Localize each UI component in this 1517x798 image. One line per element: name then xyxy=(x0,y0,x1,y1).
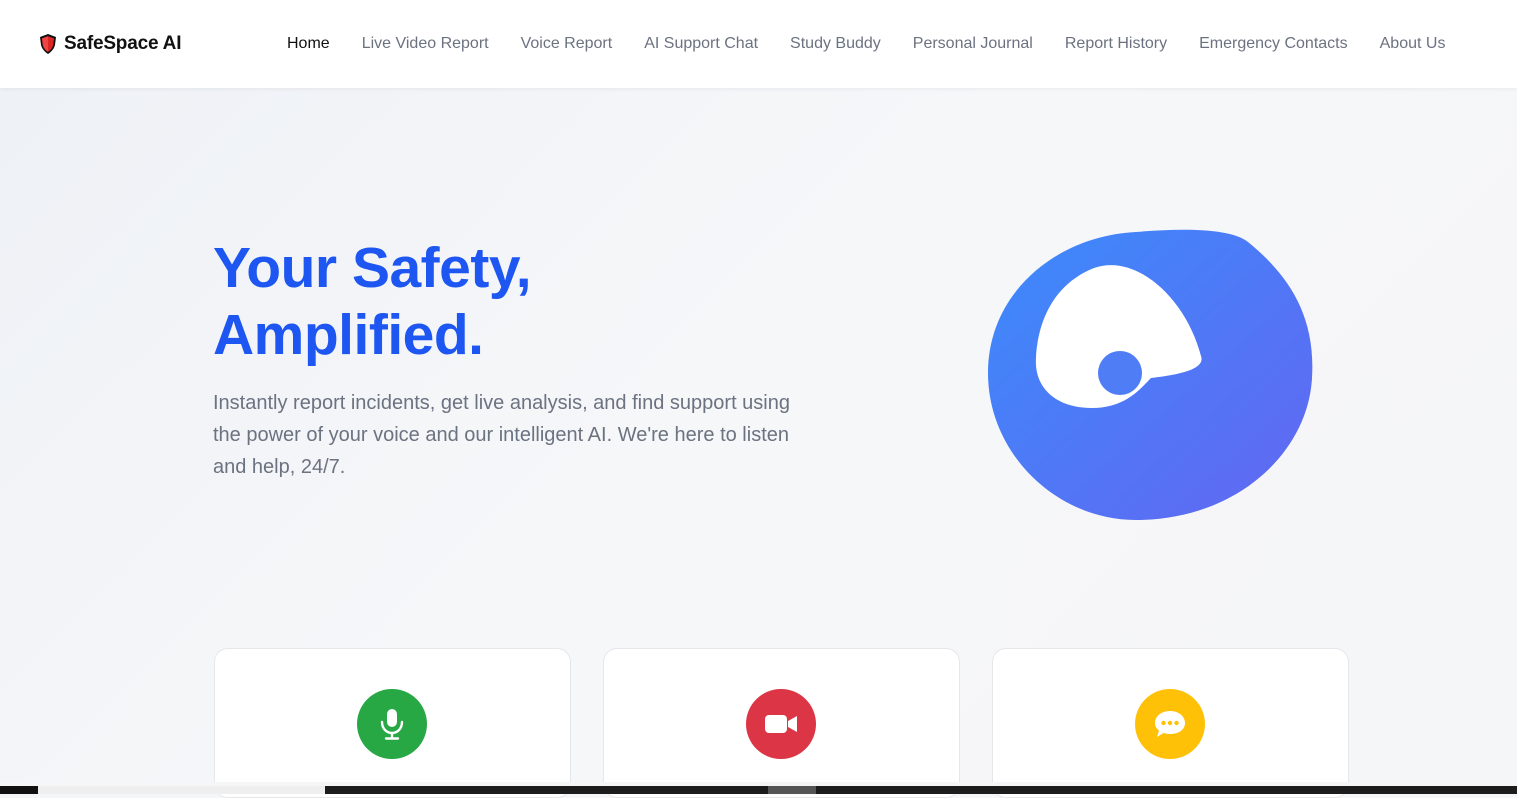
microphone-icon xyxy=(357,689,427,759)
nav-live-video-report[interactable]: Live Video Report xyxy=(362,34,489,54)
os-taskbar xyxy=(0,782,1517,794)
taskbar-app[interactable] xyxy=(768,786,816,794)
brand-name: SafeSpace AI xyxy=(64,33,182,54)
brand-logo[interactable]: SafeSpace AI xyxy=(38,32,181,56)
shield-icon xyxy=(40,34,56,54)
live-video-report-card[interactable] xyxy=(603,648,960,798)
hero-subtitle: Instantly report incidents, get live ana… xyxy=(213,392,790,478)
eye-logo-graphic xyxy=(988,229,1313,521)
hero-title: Your Safety, Amplified. xyxy=(213,235,813,369)
nav-emergency-contacts[interactable]: Emergency Contacts xyxy=(1199,34,1348,54)
voice-report-card[interactable] xyxy=(214,648,571,798)
hero-title-line-1: Your Safety, xyxy=(213,236,532,300)
taskbar-start[interactable] xyxy=(0,786,38,794)
taskbar-search[interactable] xyxy=(38,786,325,794)
nav-ai-support-chat[interactable]: AI Support Chat xyxy=(644,34,758,54)
nav-voice-report[interactable]: Voice Report xyxy=(521,34,613,54)
nav-home[interactable]: Home xyxy=(287,34,330,54)
video-camera-icon xyxy=(746,689,816,759)
hero-title-line-2: Amplified. xyxy=(213,303,484,367)
nav-study-buddy[interactable]: Study Buddy xyxy=(790,34,881,54)
ai-support-chat-card[interactable] xyxy=(992,648,1349,798)
chat-bubble-icon xyxy=(1135,689,1205,759)
main-nav: Home Live Video Report Voice Report AI S… xyxy=(287,34,1445,54)
nav-report-history[interactable]: Report History xyxy=(1065,34,1167,54)
top-navbar: SafeSpace AI Home Live Video Report Voic… xyxy=(0,0,1517,88)
feature-cards xyxy=(214,648,1350,798)
nav-personal-journal[interactable]: Personal Journal xyxy=(913,34,1033,54)
nav-about-us[interactable]: About Us xyxy=(1380,34,1446,54)
